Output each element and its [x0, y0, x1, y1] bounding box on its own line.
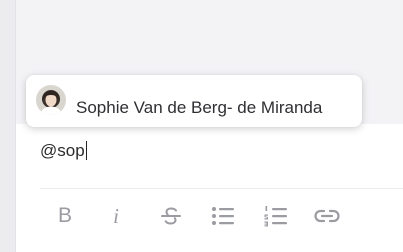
italic-button[interactable]: i	[101, 202, 131, 230]
italic-icon: i	[113, 203, 119, 228]
message-composer: @sop B i	[16, 124, 403, 252]
link-icon	[314, 209, 340, 223]
message-input-value: @sop	[40, 141, 85, 160]
link-button[interactable]	[312, 202, 342, 230]
bulleted-list-icon	[212, 207, 234, 225]
composer-divider	[40, 188, 403, 189]
mention-suggestion-name: Sophie Van de Berg- de Miranda	[76, 98, 323, 117]
left-sidebar-strip	[0, 0, 16, 252]
strikethrough-icon	[161, 207, 181, 225]
numbered-list-icon	[264, 206, 287, 227]
bulleted-list-button[interactable]	[208, 202, 238, 230]
strikethrough-button[interactable]	[156, 202, 186, 230]
user-avatar-icon	[36, 85, 66, 115]
text-caret	[85, 141, 87, 160]
numbered-list-button[interactable]	[261, 202, 291, 230]
message-input[interactable]: @sop	[40, 141, 87, 161]
bold-icon: B	[57, 204, 72, 227]
mention-suggestion-item[interactable]: Sophie Van de Berg- de Miranda	[26, 75, 362, 127]
avatar	[36, 85, 66, 115]
bold-button[interactable]: B	[50, 202, 80, 230]
